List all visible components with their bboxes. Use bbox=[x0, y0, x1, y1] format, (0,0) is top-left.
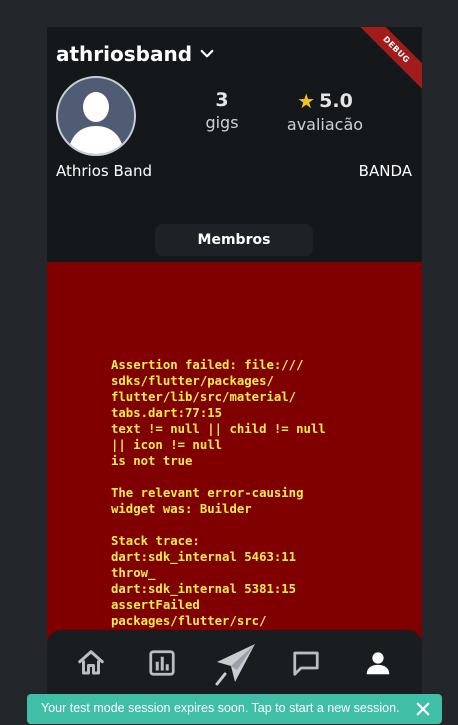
bottom-navigation bbox=[47, 630, 422, 696]
chart-icon[interactable] bbox=[147, 648, 177, 678]
gigs-count: 3 bbox=[215, 89, 229, 111]
app-screen: athriosband DEBUG 3 gigs ★ 5.0 avaliacão… bbox=[47, 27, 422, 696]
user-silhouette-icon bbox=[68, 92, 124, 154]
tab-members[interactable]: Membros bbox=[155, 224, 313, 256]
rating-label: avaliacão bbox=[286, 115, 364, 134]
debug-banner: DEBUG bbox=[354, 27, 422, 92]
account-switcher[interactable]: athriosband bbox=[56, 42, 216, 66]
chevron-down-icon bbox=[200, 49, 214, 58]
close-icon[interactable] bbox=[414, 700, 432, 718]
gigs-stat[interactable]: 3 gigs bbox=[192, 89, 252, 132]
session-toast[interactable]: Your test mode session expires soon. Tap… bbox=[27, 694, 442, 724]
toast-message: Your test mode session expires soon. Tap… bbox=[41, 701, 400, 715]
profile-type: BANDA bbox=[358, 162, 412, 180]
profile-header: athriosband DEBUG 3 gigs ★ 5.0 avaliacão… bbox=[47, 27, 422, 262]
rating-stat[interactable]: ★ 5.0 avaliacão bbox=[275, 89, 375, 134]
rocket-icon[interactable] bbox=[211, 640, 259, 688]
username: athriosband bbox=[56, 42, 193, 66]
home-icon[interactable] bbox=[76, 648, 106, 678]
display-name: Athrios Band bbox=[56, 162, 152, 180]
profile-icon[interactable] bbox=[363, 648, 393, 678]
avatar[interactable] bbox=[56, 76, 136, 156]
rating-value: 5.0 bbox=[319, 90, 353, 112]
star-icon: ★ bbox=[297, 89, 316, 113]
gigs-label: gigs bbox=[205, 113, 239, 132]
chat-icon[interactable] bbox=[291, 648, 321, 678]
error-message: Assertion failed: file:/// sdks/flutter/… bbox=[111, 358, 326, 628]
